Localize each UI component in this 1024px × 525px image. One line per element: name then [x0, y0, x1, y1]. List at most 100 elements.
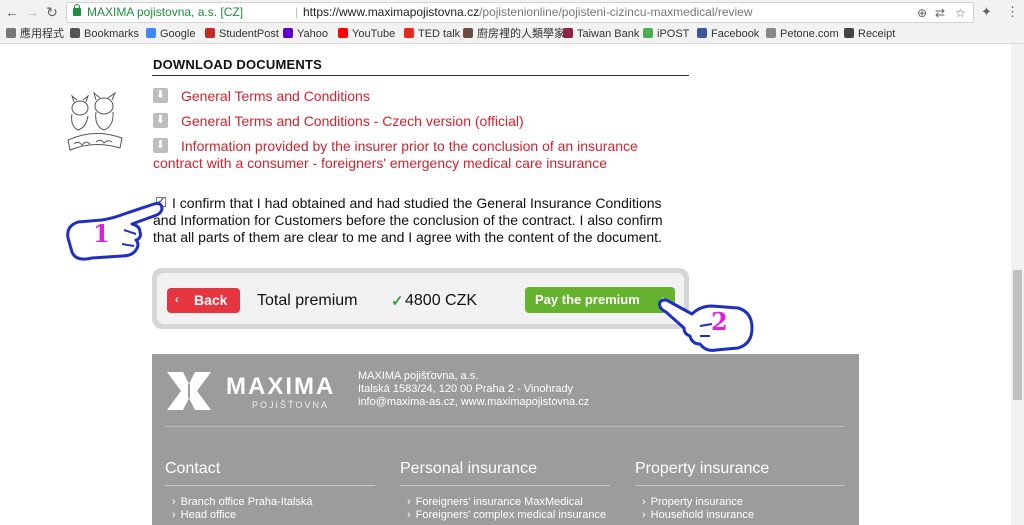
back-button[interactable]: ‹ Back: [167, 288, 240, 313]
footer-column-divider: [400, 485, 610, 486]
bookmark-label: 廚房裡的人類學家: [477, 28, 565, 40]
bookmark-item[interactable]: Receipt: [844, 27, 895, 42]
checkmark-icon: ✓: [391, 293, 404, 310]
google-icon: [146, 28, 156, 38]
address-bar[interactable]: MAXIMA pojistovna, a.s. [CZ] | https://w…: [66, 2, 974, 23]
bookmark-label: Yahoo: [297, 28, 328, 40]
step-2-label: 2: [711, 307, 728, 336]
forward-arrow-icon[interactable]: →: [24, 4, 40, 20]
pointing-hand-icon: [66, 202, 164, 261]
footer-column-divider: [165, 485, 375, 486]
bookmarks-bar: 應用程式 Bookmarks Google StudentPost Yahoo …: [0, 25, 1024, 44]
bookmark-item[interactable]: iPOST: [643, 27, 689, 42]
browser-toolbar: ← → ↻ MAXIMA pojistovna, a.s. [CZ] | htt…: [0, 0, 1024, 25]
url-path: /pojistenionline/pojisteni-cizincu-maxme…: [479, 5, 753, 19]
consent-text: I confirm that I had obtained and had st…: [153, 195, 663, 245]
bookmark-item[interactable]: Petone.com: [766, 27, 839, 42]
maxima-logo-icon: [167, 372, 211, 410]
zoom-icon[interactable]: ⊕: [917, 5, 927, 21]
pay-premium-button[interactable]: Pay the premium ›: [525, 287, 675, 313]
doc-link-info[interactable]: Information provided by the insurer prio…: [153, 138, 653, 172]
download-icon[interactable]: [153, 88, 168, 103]
company-name: MAXIMA pojišťovna, a.s.: [358, 370, 479, 382]
ted-icon: [404, 28, 414, 38]
bookmark-item[interactable]: TED talk: [404, 27, 460, 42]
extension-icon[interactable]: ✦: [981, 4, 992, 20]
download-icon[interactable]: [153, 113, 168, 128]
footer-link[interactable]: Branch office Praha-Italská: [172, 496, 313, 509]
total-premium-label: Total premium: [257, 292, 358, 309]
bookmark-item[interactable]: Facebook: [697, 27, 759, 42]
bookmark-label: Facebook: [711, 28, 760, 40]
bookmark-label: TED talk: [418, 28, 461, 40]
studentpost-icon: [205, 28, 215, 38]
doc-link-terms[interactable]: General Terms and Conditions: [181, 88, 370, 104]
bookmark-item[interactable]: Bookmarks: [70, 27, 139, 42]
bookmark-label: YouTube: [352, 28, 396, 40]
footer-column-divider: [635, 485, 845, 486]
footer-link[interactable]: Foreigners' insurance MaxMedical: [407, 496, 583, 509]
bookmark-item[interactable]: 應用程式: [6, 27, 64, 42]
bookmark-item[interactable]: Yahoo: [283, 27, 328, 42]
doc-link-terms-czech[interactable]: General Terms and Conditions - Czech ver…: [181, 113, 524, 129]
reload-icon[interactable]: ↻: [44, 4, 60, 20]
footer-heading-personal[interactable]: Personal insurance: [400, 460, 537, 478]
signature-stamp: [67, 91, 123, 151]
bookmark-item[interactable]: StudentPost: [205, 27, 279, 42]
facebook-icon: [697, 28, 707, 38]
bookmark-label: Bookmarks: [84, 28, 140, 40]
company-contact[interactable]: info@maxima-as.cz, www.maximapojistovna.…: [358, 396, 589, 409]
footer-link[interactable]: Property insurance: [642, 496, 743, 509]
bookmark-item[interactable]: 廚房裡的人類學家: [463, 27, 565, 42]
bookmark-item[interactable]: YouTube: [338, 27, 395, 42]
footer-link[interactable]: Foreigners' complex medical insurance: [407, 509, 606, 522]
bookmark-label: Taiwan Bank: [577, 28, 640, 40]
brand-wordmark: MAXIMA: [226, 373, 336, 400]
pointing-hand-icon: [658, 298, 754, 352]
site-identity: MAXIMA pojistovna, a.s. [CZ]: [87, 5, 244, 19]
back-button-label: Back: [194, 292, 228, 308]
lock-icon: [73, 4, 81, 16]
bookmark-label: Google: [160, 28, 196, 40]
company-address: Italská 1583/24, 120 00 Praha 2 - Vinohr…: [358, 383, 574, 395]
url-host: https://www.maximapojistovna.cz: [303, 5, 480, 19]
footer-heading-property[interactable]: Property insurance: [635, 460, 769, 478]
step-1-label: 1: [93, 219, 110, 248]
company-info: MAXIMA pojišťovna, a.s. Italská 1583/24,…: [358, 370, 589, 409]
section-title: DOWNLOAD DOCUMENTS: [153, 57, 322, 72]
url-separator: |: [295, 5, 299, 19]
page-icon: [766, 28, 776, 38]
total-premium-amount: 4800 CZK: [405, 292, 478, 309]
site-footer: MAXIMA POJIŠŤOVNA MAXIMA pojišťovna, a.s…: [152, 354, 859, 525]
footer-link[interactable]: Household insurance: [642, 509, 754, 522]
menu-icon[interactable]: ⋮: [1006, 4, 1019, 20]
bookmark-item[interactable]: Taiwan Bank: [563, 27, 639, 42]
bookmark-label: Petone.com: [780, 28, 839, 40]
back-arrow-icon[interactable]: ←: [4, 4, 20, 20]
bookmark-item[interactable]: Google: [146, 27, 195, 42]
bookmark-label: iPOST: [657, 28, 690, 40]
url-text[interactable]: https://www.maximapojistovna.cz/pojisten…: [303, 3, 753, 22]
pay-button-label: Pay the premium: [535, 292, 640, 307]
bookmark-label: StudentPost: [219, 28, 279, 40]
apps-icon: [6, 28, 16, 38]
bookmark-star-icon[interactable]: ☆: [955, 5, 966, 21]
yahoo-icon: [283, 28, 293, 38]
youtube-icon: [338, 28, 348, 38]
bookmark-label: 應用程式: [20, 28, 64, 40]
star-icon: [70, 28, 80, 38]
footer-divider: [165, 426, 845, 427]
scrollbar-thumb[interactable]: [1013, 270, 1022, 400]
chevron-left-icon: ‹: [175, 294, 179, 306]
footer-link[interactable]: Head office: [172, 509, 236, 522]
page-scrollbar[interactable]: [1011, 44, 1024, 525]
ipost-icon: [643, 28, 653, 38]
brand-subtitle: POJIŠŤOVNA: [252, 400, 330, 410]
blog-icon: [463, 28, 473, 38]
bookmark-label: Receipt: [858, 28, 896, 40]
footer-heading-contact[interactable]: Contact: [165, 460, 220, 478]
translate-icon[interactable]: ⇄: [935, 5, 945, 21]
bank-icon: [563, 28, 573, 38]
receipt-icon: [844, 28, 854, 38]
section-divider: [152, 75, 689, 76]
